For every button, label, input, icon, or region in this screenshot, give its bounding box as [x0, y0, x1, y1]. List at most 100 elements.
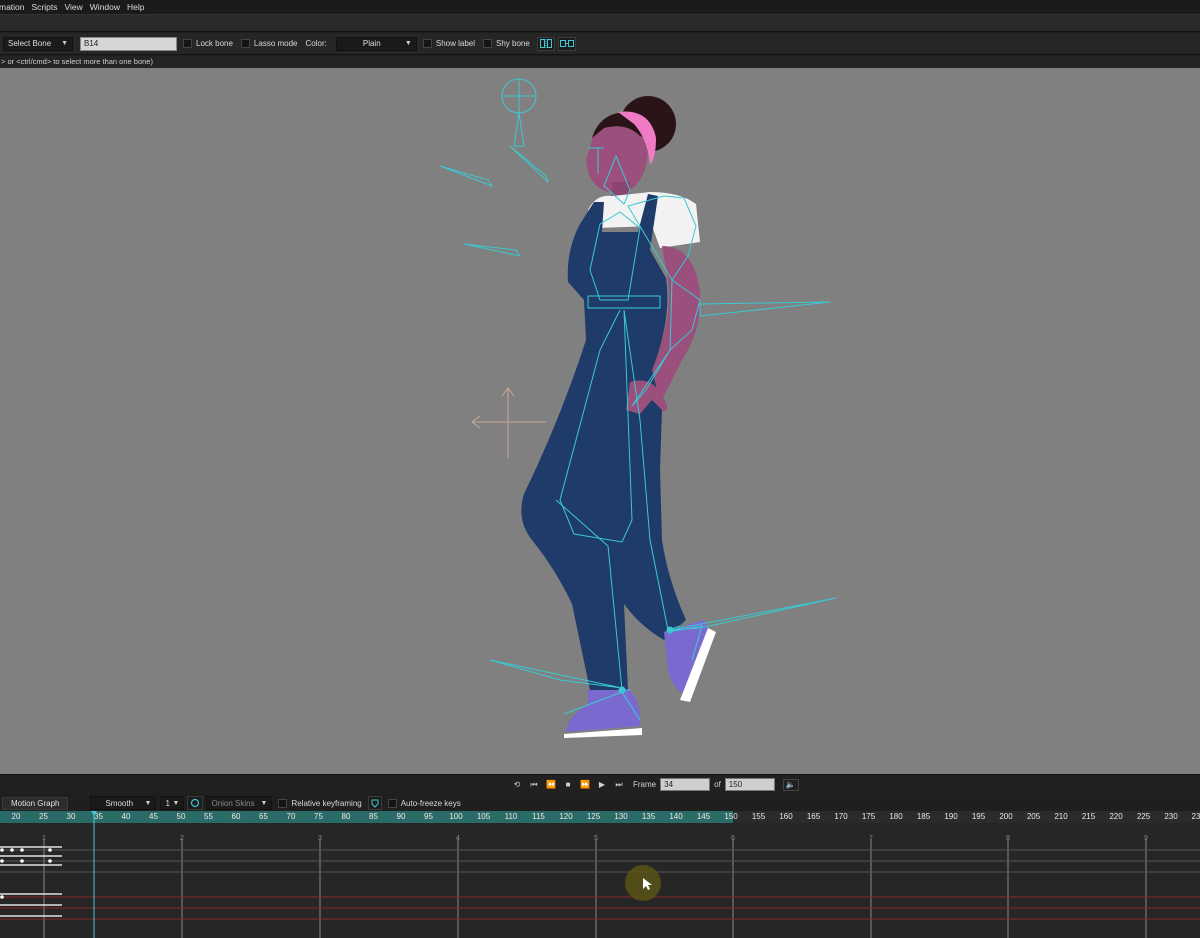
ruler-tick-label: 40 [121, 812, 131, 821]
ruler-tick-label: 100 [449, 812, 463, 821]
scene-svg[interactable] [0, 68, 1200, 774]
canvas-viewport[interactable] [0, 68, 1200, 774]
timeline-tracks[interactable]: 1 2 3 4 5 6 7 8 9 [0, 823, 1200, 938]
current-frame-input[interactable]: 34 [660, 778, 711, 791]
second-marker: 5 [594, 835, 598, 842]
second-markers [43, 839, 1147, 938]
timeline-ruler[interactable]: 20 25 30 35 40 45 50 55 60 65 70 75 80 85 90 95 100 105 11… [0, 811, 1200, 823]
interval-dropdown[interactable]: 1 ▼ [160, 796, 185, 810]
bone-joint[interactable] [618, 686, 626, 694]
flip-horizontal-button[interactable] [536, 36, 555, 51]
go-to-end-button[interactable]: ⏭ [612, 779, 626, 791]
menu-animation[interactable]: mation [0, 2, 32, 12]
keyframe[interactable] [48, 859, 52, 863]
shy-bone-toggle[interactable]: Shy bone [483, 39, 530, 48]
step-forward-button[interactable]: ⏩ [578, 779, 592, 791]
total-frames-input[interactable]: 150 [724, 778, 775, 791]
keyframe[interactable] [0, 848, 4, 852]
ruler-tick-label: 55 [204, 812, 213, 821]
ruler-tick-label: 45 [149, 812, 158, 821]
flip-vertical-icon [559, 40, 574, 47]
keyframe-bars[interactable] [0, 846, 62, 917]
tab-motion-graph[interactable]: Motion Graph [2, 796, 69, 810]
playback-controls: ⟲ ⏮ ⏪ ■ ⏩ ▶ ⏭ [510, 779, 629, 791]
lasso-mode-checkbox[interactable] [240, 39, 250, 48]
ruler-tick-label: 150 [724, 812, 738, 821]
play-button[interactable]: ▶ [595, 779, 609, 791]
menu-window[interactable]: Window [90, 2, 127, 12]
keyframe[interactable] [10, 848, 14, 852]
ruler-tick-label: 23 [1191, 812, 1200, 821]
color-dropdown[interactable]: Plain ▼ [335, 36, 417, 51]
bone[interactable] [463, 243, 522, 257]
tracks-svg[interactable]: 1 2 3 4 5 6 7 8 9 [0, 823, 1200, 938]
origin-crosshair[interactable] [471, 387, 546, 458]
shoe-front [566, 690, 641, 732]
bone[interactable] [509, 145, 549, 183]
ruler-tick-label: 85 [369, 812, 378, 821]
ruler-tick-label: 225 [1136, 812, 1151, 821]
auto-freeze-keys-checkbox[interactable] [387, 798, 397, 808]
menu-scripts[interactable]: Scripts [32, 2, 65, 12]
bone[interactable] [513, 112, 525, 147]
onion-skin-icon [191, 798, 200, 808]
playhead-handle[interactable] [91, 811, 97, 823]
menu-help[interactable]: Help [127, 2, 151, 12]
relative-keyframing-toggle[interactable]: Relative keyframing [278, 798, 362, 808]
ruler-tick-label: 175 [861, 812, 876, 821]
stop-button[interactable]: ■ [561, 779, 575, 791]
auto-freeze-keys-toggle[interactable]: Auto-freeze keys [387, 798, 461, 808]
keyframe[interactable] [0, 859, 4, 863]
loop-button[interactable]: ⟲ [510, 779, 524, 791]
bone-ik-arm[interactable] [699, 301, 831, 317]
show-label-label: Show label [435, 39, 475, 48]
ruler-tick-label: 30 [66, 812, 76, 821]
speaker-icon[interactable]: 🔈 [782, 778, 799, 791]
flip-vertical-button[interactable] [557, 36, 576, 51]
color-dropdown-value: Plain [362, 39, 381, 48]
ruler-tick-label: 95 [424, 812, 433, 821]
lock-bone-checkbox[interactable] [183, 39, 192, 48]
step-back-button[interactable]: ⏪ [544, 779, 558, 791]
tool-options-bar: Select Bone ▼ B14 Lock bone Lasso mode C… [0, 33, 1200, 55]
bone[interactable] [439, 165, 494, 188]
ruler-tick-label: 140 [669, 812, 683, 821]
keyframe[interactable] [48, 848, 52, 852]
keyframe[interactable] [20, 848, 24, 852]
bone-ik-foot-back[interactable] [669, 597, 837, 631]
chevron-down-icon: ▼ [61, 40, 68, 47]
keyframe[interactable] [20, 859, 24, 863]
shy-bone-checkbox[interactable] [483, 39, 492, 48]
interpolation-dropdown[interactable]: Smooth ▼ [90, 796, 157, 810]
tool-select-dropdown[interactable]: Select Bone ▼ [3, 36, 73, 51]
lock-bone-toggle[interactable]: Lock bone [183, 39, 233, 48]
show-label-toggle[interactable]: Show label [422, 39, 475, 48]
menu-bar: mation Scripts View Window Help [0, 0, 1200, 14]
bone-joint[interactable] [666, 626, 674, 634]
lasso-mode-toggle[interactable]: Lasso mode [240, 39, 298, 48]
onion-skins-dropdown[interactable]: Onion Skins ▼ [206, 796, 273, 810]
menu-view[interactable]: View [65, 2, 90, 12]
ruler-tick-label: 70 [286, 812, 296, 821]
ruler-tick-label: 135 [641, 812, 656, 821]
overalls [521, 194, 686, 690]
track-rows [0, 849, 1200, 920]
second-marker: 3 [318, 835, 322, 842]
onion-skin-toggle-button[interactable] [187, 796, 204, 810]
ruler-tick-label: 145 [696, 812, 711, 821]
playback-bar: ⟲ ⏮ ⏪ ■ ⏩ ▶ ⏭ Frame 34 of 150 🔈 [0, 774, 1200, 794]
ruler-tick-label: 65 [259, 812, 268, 821]
character[interactable] [521, 96, 716, 738]
ruler-tick-label: 180 [889, 812, 903, 821]
second-marker: 9 [1144, 835, 1148, 842]
interpolation-value: Smooth [105, 798, 134, 808]
second-marker: 8 [1006, 835, 1010, 842]
ruler-tick-label: 80 [341, 812, 351, 821]
relative-keyframing-checkbox[interactable] [278, 798, 288, 808]
go-to-start-button[interactable]: ⏮ [527, 779, 541, 791]
bone-name-input[interactable]: B14 [80, 36, 177, 51]
shield-button[interactable] [367, 796, 382, 810]
relative-keyframing-label: Relative keyframing [291, 798, 362, 808]
show-label-checkbox[interactable] [422, 39, 432, 48]
keyframe[interactable] [0, 895, 4, 899]
